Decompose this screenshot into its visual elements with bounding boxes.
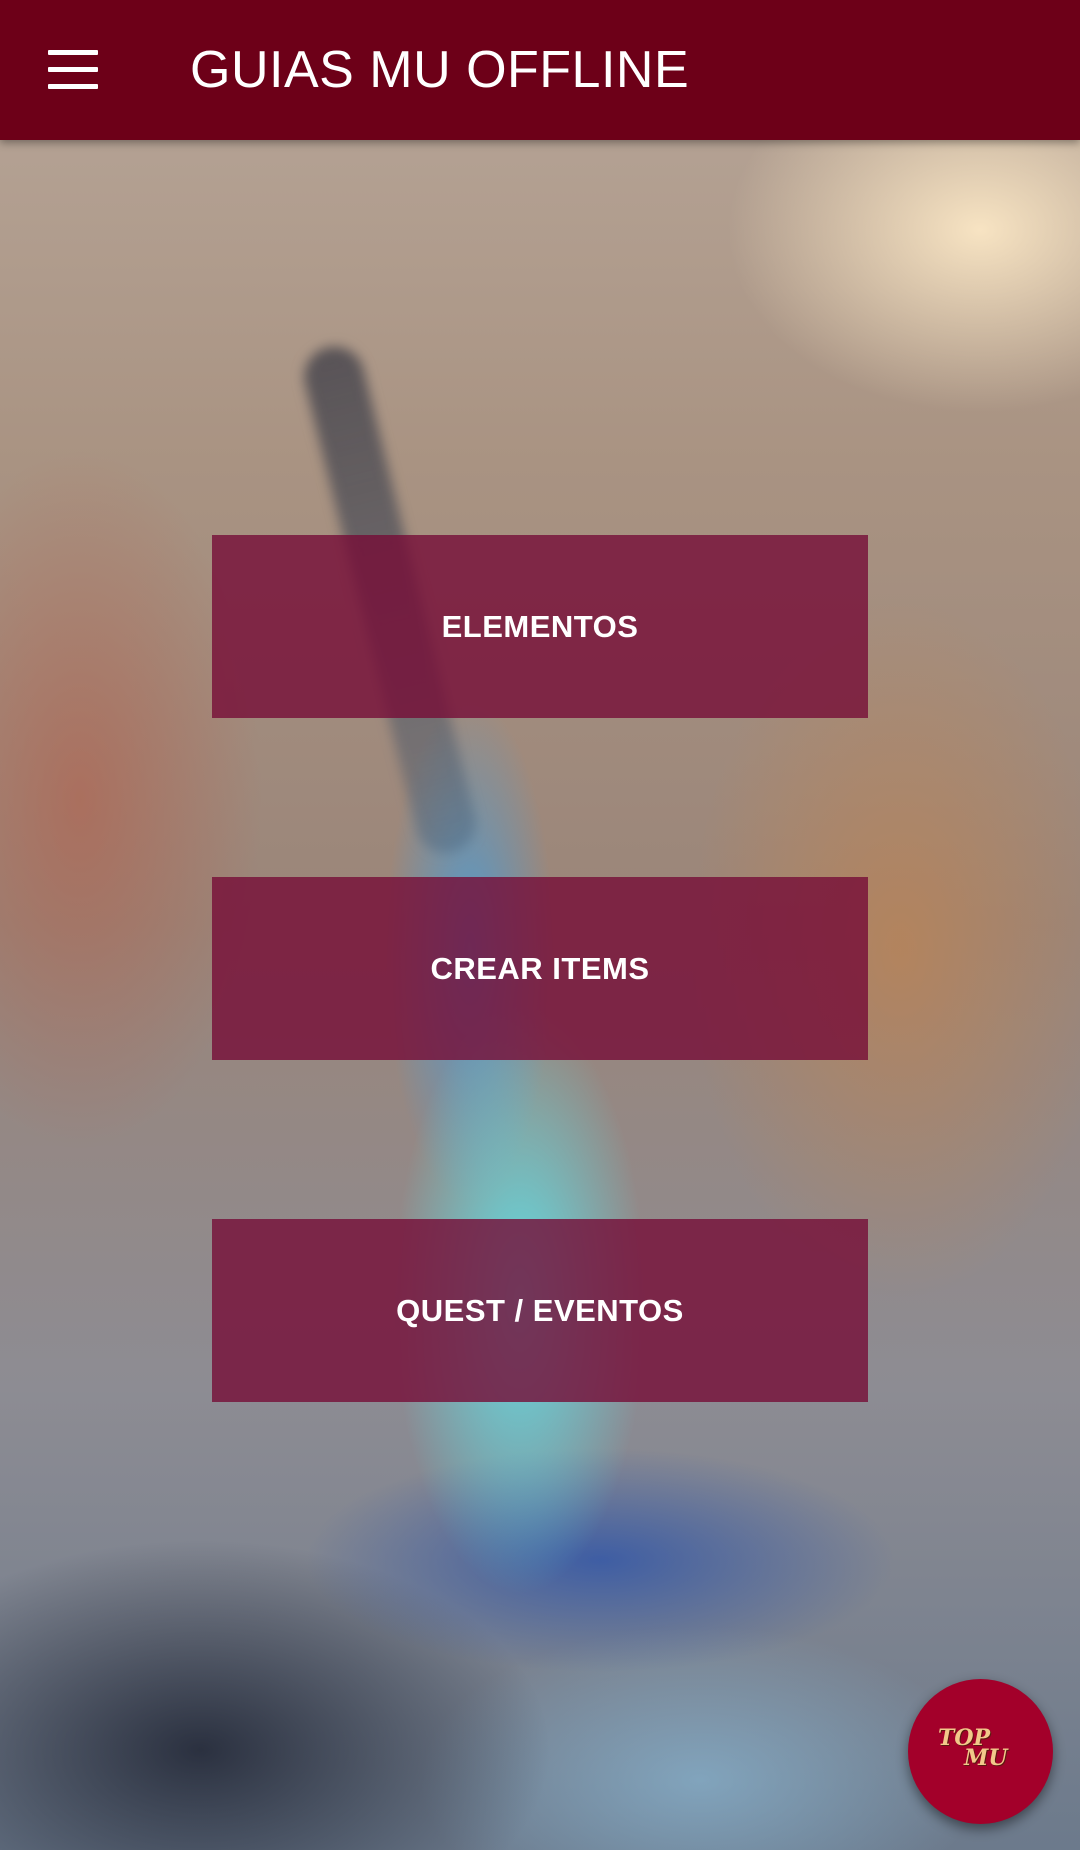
- app-bar: GUIAS MU OFFLINE: [0, 0, 1080, 140]
- menu-icon-bar: [48, 84, 98, 89]
- top-mu-logo: TOP MU: [938, 1727, 1028, 1777]
- quest-eventos-button[interactable]: QUEST / EVENTOS: [212, 1219, 868, 1402]
- menu-icon-bar: [48, 67, 98, 72]
- hamburger-menu-icon[interactable]: [24, 22, 120, 118]
- screen: GUIAS MU OFFLINE ELEMENTOS CREAR ITEMS Q…: [0, 0, 1080, 1850]
- crear-items-button[interactable]: CREAR ITEMS: [212, 877, 868, 1060]
- app-title: GUIAS MU OFFLINE: [190, 41, 690, 99]
- elementos-button[interactable]: ELEMENTOS: [212, 535, 868, 718]
- top-mu-fab-button[interactable]: TOP MU: [908, 1679, 1053, 1824]
- menu-icon-bar: [48, 50, 98, 55]
- logo-text-mu: MU: [964, 1745, 1008, 1771]
